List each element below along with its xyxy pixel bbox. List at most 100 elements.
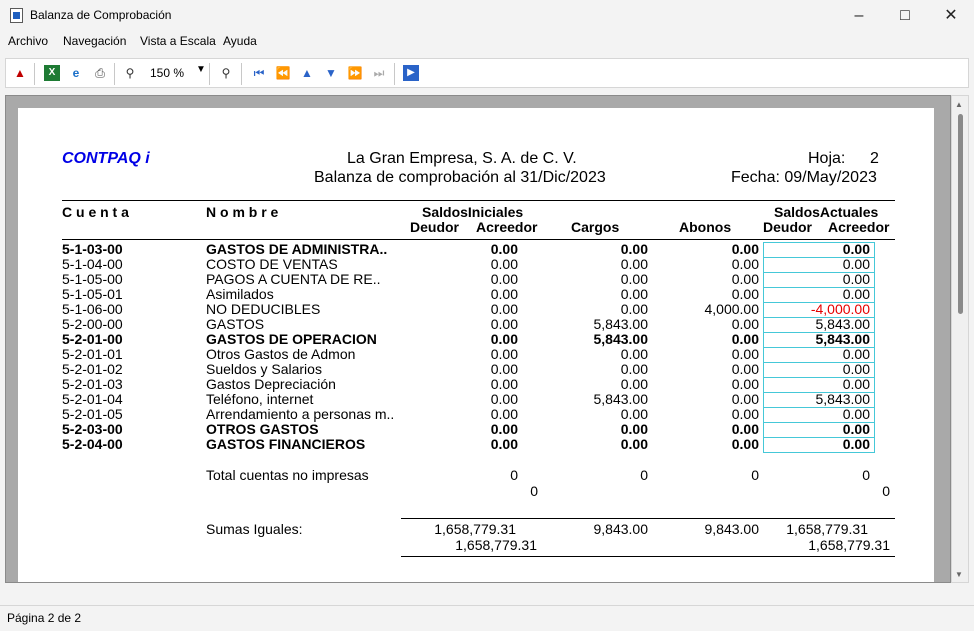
zoom-out-icon[interactable]: ⚲ bbox=[122, 65, 138, 81]
toolbar-separator bbox=[394, 63, 395, 85]
first-page-icon[interactable]: ⏮ bbox=[251, 65, 267, 81]
page-indicator: Página 2 de 2 bbox=[7, 611, 82, 625]
row-cargos: 0.00 bbox=[620, 241, 648, 257]
scrollbar-thumb[interactable] bbox=[958, 114, 963, 314]
next-page-icon[interactable]: ⏩ bbox=[347, 65, 363, 81]
row-saldo-inicial: 0.00 bbox=[490, 436, 518, 452]
brand-label: CONTPAQ i bbox=[62, 150, 150, 167]
row-saldo-actual: 5,843.00 bbox=[815, 391, 871, 407]
row-abonos: 0.00 bbox=[731, 391, 759, 407]
zoom-in-icon[interactable]: ⚲ bbox=[218, 65, 234, 81]
row-abonos: 0.00 bbox=[731, 256, 759, 272]
row-abonos: 0.00 bbox=[731, 271, 759, 287]
vertical-scrollbar[interactable]: ▲ ▼ bbox=[951, 95, 969, 583]
minimize-button[interactable]: – bbox=[836, 0, 882, 32]
row-cuenta: 5-2-00-00 bbox=[62, 316, 123, 332]
sumas-bottom-rule bbox=[401, 556, 895, 557]
excel-export-icon[interactable]: X bbox=[44, 65, 60, 81]
row-cargos: 0.00 bbox=[620, 436, 648, 452]
sumas-actual-deudor: 1,658,779.31 bbox=[786, 521, 868, 537]
menu-archivo[interactable]: Archivo bbox=[8, 34, 48, 48]
row-nombre: GASTOS DE ADMINISTRA.. bbox=[206, 241, 388, 257]
sheet-number: 2 bbox=[870, 150, 879, 167]
col-deudor-actual: Deudor bbox=[763, 219, 812, 235]
toolbar-separator bbox=[114, 63, 115, 85]
row-cuenta: 5-2-01-00 bbox=[62, 331, 123, 347]
row-saldo-inicial: 0.00 bbox=[490, 361, 518, 377]
row-nombre: GASTOS bbox=[206, 316, 265, 332]
row-saldo-actual: 5,843.00 bbox=[815, 331, 871, 347]
browser-export-icon[interactable]: e bbox=[68, 65, 84, 81]
row-nombre: OTROS GASTOS bbox=[206, 421, 319, 437]
row-saldo-actual: 0.00 bbox=[842, 406, 870, 422]
row-saldo-inicial: 0.00 bbox=[490, 331, 518, 347]
menu-bar: Archivo Navegación Vista a Escala Ayuda bbox=[0, 32, 974, 52]
row-saldo-actual: 0.00 bbox=[842, 376, 870, 392]
row-cuenta: 5-2-01-05 bbox=[62, 406, 123, 422]
row-abonos: 0.00 bbox=[731, 406, 759, 422]
toolbar: ▲ X e ⎙ ⚲ 150 % ▼ ⚲ ⏮ ⏪ ▲ ▼ ⏩ ⏭ ▶ bbox=[5, 58, 969, 88]
row-cuenta: 5-1-03-00 bbox=[62, 241, 123, 257]
row-saldo-actual: 0.00 bbox=[842, 241, 870, 257]
company-name: La Gran Empresa, S. A. de C. V. bbox=[347, 150, 577, 167]
exit-icon[interactable]: ▶ bbox=[403, 65, 419, 81]
zoom-select[interactable]: 150 % bbox=[150, 66, 184, 80]
maximize-button[interactable]: □ bbox=[882, 0, 928, 32]
total-inicial-acreedor: 0 bbox=[530, 483, 538, 499]
pdf-export-icon[interactable]: ▲ bbox=[12, 65, 28, 81]
row-cargos: 0.00 bbox=[620, 301, 648, 317]
toolbar-separator bbox=[241, 63, 242, 85]
row-abonos: 4,000.00 bbox=[704, 301, 760, 317]
previous-page-icon[interactable]: ⏪ bbox=[275, 65, 291, 81]
row-cuenta: 5-1-04-00 bbox=[62, 256, 123, 272]
close-button[interactable]: ✕ bbox=[928, 0, 974, 32]
header-rule bbox=[62, 200, 895, 201]
total-label: Total cuentas no impresas bbox=[206, 467, 369, 483]
col-acreedor-inicial: Acreedor bbox=[476, 219, 538, 235]
window-title: Balanza de Comprobación bbox=[30, 8, 172, 22]
row-nombre: Otros Gastos de Admon bbox=[206, 346, 356, 362]
chevron-down-icon[interactable]: ▼ bbox=[196, 64, 206, 75]
report-title: Balanza de comprobación al 31/Dic/2023 bbox=[314, 169, 606, 186]
row-saldo-actual: -4,000.00 bbox=[810, 301, 870, 317]
row-saldo-inicial: 0.00 bbox=[490, 391, 518, 407]
sumas-actual-acreedor: 1,658,779.31 bbox=[808, 537, 890, 553]
sumas-top-rule bbox=[401, 518, 895, 519]
row-nombre: Teléfono, internet bbox=[206, 391, 314, 407]
row-cargos: 0.00 bbox=[620, 406, 648, 422]
row-saldo-actual: 5,843.00 bbox=[815, 316, 871, 332]
menu-vista-escala[interactable]: Vista a Escala bbox=[140, 34, 216, 48]
row-nombre: Sueldos y Salarios bbox=[206, 361, 322, 377]
row-saldo-actual: 0.00 bbox=[842, 436, 870, 452]
print-icon[interactable]: ⎙ bbox=[92, 65, 108, 81]
row-nombre: GASTOS FINANCIEROS bbox=[206, 436, 366, 452]
row-saldo-inicial: 0.00 bbox=[490, 271, 518, 287]
col-cuenta: C u e n t a bbox=[62, 204, 129, 220]
report-viewport[interactable]: CONTPAQ i La Gran Empresa, S. A. de C. V… bbox=[5, 95, 951, 583]
row-abonos: 0.00 bbox=[731, 421, 759, 437]
row-cargos: 0.00 bbox=[620, 376, 648, 392]
page-up-icon[interactable]: ▲ bbox=[299, 65, 315, 81]
col-abonos: Abonos bbox=[679, 219, 732, 235]
row-cuenta: 5-2-04-00 bbox=[62, 436, 123, 452]
row-cuenta: 5-2-01-04 bbox=[62, 391, 123, 407]
row-cargos: 0.00 bbox=[620, 286, 648, 302]
sheet-label: Hoja: bbox=[808, 150, 846, 167]
report-page: CONTPAQ i La Gran Empresa, S. A. de C. V… bbox=[18, 108, 934, 582]
menu-ayuda[interactable]: Ayuda bbox=[223, 34, 257, 48]
last-page-icon[interactable]: ⏭ bbox=[371, 65, 387, 81]
row-cuenta: 5-1-06-00 bbox=[62, 301, 123, 317]
scroll-up-icon[interactable]: ▲ bbox=[955, 100, 963, 109]
page-down-icon[interactable]: ▼ bbox=[323, 65, 339, 81]
row-saldo-actual: 0.00 bbox=[842, 361, 870, 377]
title-bar: Balanza de Comprobación – □ ✕ bbox=[0, 0, 974, 32]
col-acreedor-actual: Acreedor bbox=[828, 219, 890, 235]
scroll-down-icon[interactable]: ▼ bbox=[955, 570, 963, 579]
row-cargos: 5,843.00 bbox=[593, 331, 649, 347]
sumas-label: Sumas Iguales: bbox=[206, 521, 303, 537]
menu-navegacion[interactable]: Navegación bbox=[63, 34, 126, 48]
sumas-inicial-deudor: 1,658,779.31 bbox=[434, 521, 516, 537]
row-abonos: 0.00 bbox=[731, 436, 759, 452]
row-cargos: 5,843.00 bbox=[593, 391, 649, 407]
row-nombre: GASTOS DE OPERACION bbox=[206, 331, 377, 347]
